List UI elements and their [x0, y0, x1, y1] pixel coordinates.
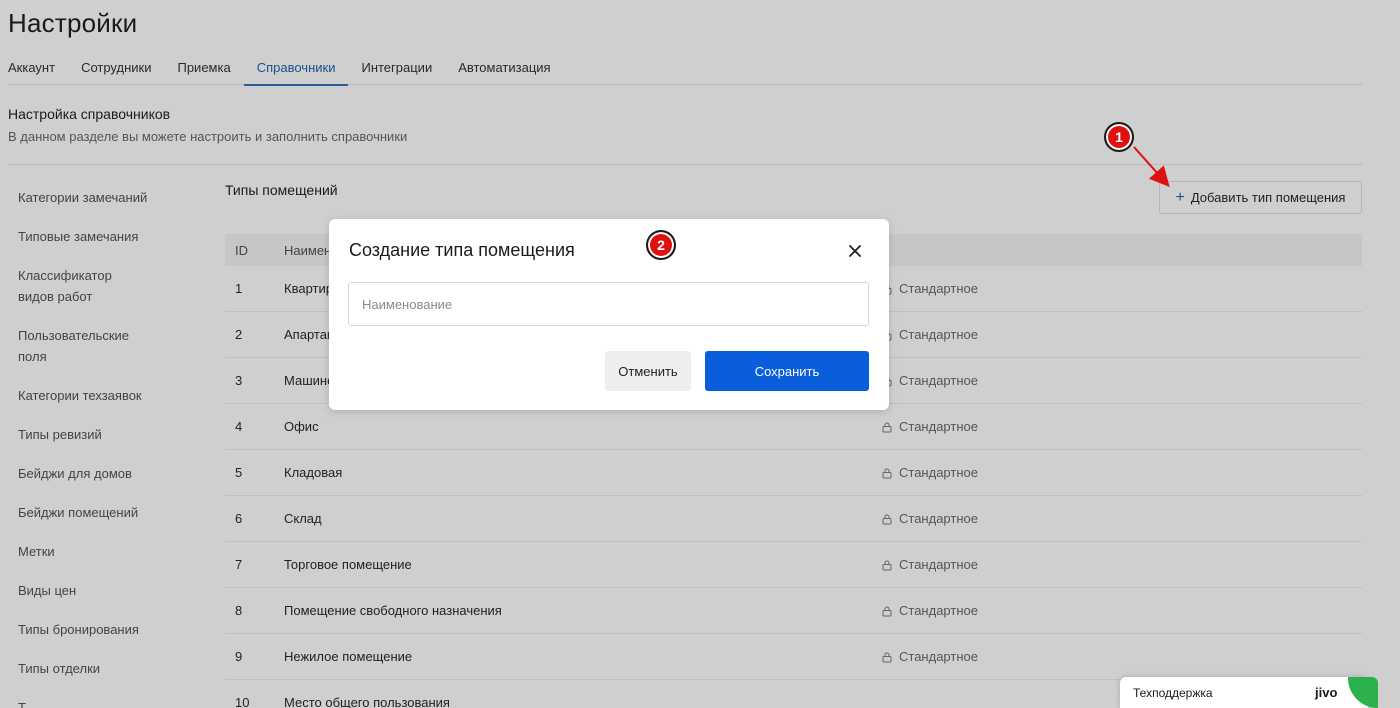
tab-account[interactable]: Аккаунт: [8, 50, 68, 85]
room-type-kind-cell: Стандартное: [881, 511, 978, 526]
table-row[interactable]: 8 Помещение свободного назначения Станда…: [225, 588, 1362, 634]
room-type-kind-cell: Стандартное: [881, 649, 978, 664]
room-type-name: Помещение свободного назначения: [284, 603, 502, 618]
annotation-marker-1: 1: [1104, 122, 1134, 152]
sidebar-item-room-badges[interactable]: Бейджи помещений: [8, 502, 178, 523]
room-type-id: 2: [235, 327, 243, 342]
room-type-name: Склад: [284, 511, 322, 526]
room-type-kind-cell: Стандартное: [881, 373, 978, 388]
room-type-kind-cell: Стандартное: [881, 327, 978, 342]
room-type-kind: Стандартное: [899, 419, 978, 434]
room-type-kind: Стандартное: [899, 465, 978, 480]
annotation-marker-2: 2: [646, 230, 676, 260]
sidebar-item-price-types[interactable]: Виды цен: [8, 580, 178, 601]
section-title: Настройка справочников: [8, 106, 171, 122]
room-type-kind: Стандартное: [899, 373, 978, 388]
room-type-name: Кладовая: [284, 465, 343, 480]
lock-icon: [881, 421, 893, 433]
arrow-to-add-button: [1133, 146, 1170, 187]
section-description: В данном разделе вы можете настроить и з…: [8, 129, 408, 144]
room-type-id: 8: [235, 603, 243, 618]
tab-employees[interactable]: Сотрудники: [68, 50, 164, 85]
lock-icon: [881, 651, 893, 663]
support-label: Техподдержка: [1133, 685, 1213, 700]
room-type-kind: Стандартное: [899, 327, 978, 342]
room-type-id: 4: [235, 419, 243, 434]
sidebar-item-custom-fields[interactable]: Пользовательские поля: [8, 325, 148, 367]
sidebar-item-booking-types[interactable]: Типы бронирования: [8, 619, 178, 640]
table-row[interactable]: 7 Торговое помещение Стандартное: [225, 542, 1362, 588]
room-type-kind: Стандартное: [899, 511, 978, 526]
settings-page: Настройки Аккаунт Сотрудники Приемка Спр…: [0, 0, 1400, 708]
room-type-name-input[interactable]: [348, 282, 869, 326]
table-row[interactable]: 9 Нежилое помещение Стандартное: [225, 634, 1362, 680]
tab-acceptance[interactable]: Приемка: [164, 50, 243, 85]
add-room-type-label: Добавить тип помещения: [1190, 190, 1346, 205]
modal-title: Создание типа помещения: [349, 240, 575, 260]
table-row[interactable]: 6 Склад Стандартное: [225, 496, 1362, 542]
directories-sidebar: Категории замечаний Типовые замечания Кл…: [8, 178, 178, 708]
room-type-kind-cell: Стандартное: [881, 465, 978, 480]
room-type-name: Торговое помещение: [284, 557, 412, 572]
table-row[interactable]: 4 Офис Стандартное: [225, 404, 1362, 450]
sidebar-item-tags[interactable]: Метки: [8, 541, 178, 562]
sidebar-item-request-categories[interactable]: Категории техзаявок: [8, 385, 178, 406]
save-button[interactable]: Сохранить: [705, 351, 869, 391]
lock-icon: [881, 513, 893, 525]
close-icon[interactable]: [845, 241, 865, 261]
room-type-id: 5: [235, 465, 243, 480]
room-type-kind: Стандартное: [899, 281, 978, 296]
room-type-id: 7: [235, 557, 243, 572]
jivo-logo: jivo: [1315, 685, 1338, 700]
lock-icon: [881, 559, 893, 571]
tab-directories[interactable]: Справочники: [243, 50, 349, 86]
sidebar-item-house-badges[interactable]: Бейджи для домов: [8, 463, 178, 484]
room-type-name: Нежилое помещение: [284, 649, 413, 664]
room-type-kind-cell: Стандартное: [881, 419, 978, 434]
room-type-name: Офис: [284, 419, 319, 434]
room-type-name: Место общего пользования: [284, 695, 450, 708]
room-type-id: 1: [235, 281, 243, 296]
room-type-id: 9: [235, 649, 243, 664]
sidebar-item-typical-remarks[interactable]: Типовые замечания: [8, 226, 178, 247]
room-type-kind: Стандартное: [899, 557, 978, 572]
plus-icon: +: [1175, 188, 1185, 206]
page-title: Настройки: [8, 8, 138, 38]
room-type-kind-cell: Стандартное: [881, 557, 978, 572]
room-type-kind: Стандартное: [899, 649, 978, 664]
sidebar-item-remark-categories[interactable]: Категории замечаний: [8, 187, 178, 208]
create-room-type-modal: Создание типа помещения Отменить Сохрани…: [329, 219, 889, 410]
sidebar-item-more[interactable]: Т...: [8, 697, 178, 708]
cancel-button[interactable]: Отменить: [605, 351, 691, 391]
sidebar-item-finish-types[interactable]: Типы отделки: [8, 658, 178, 679]
support-widget[interactable]: Техподдержка jivo: [1120, 677, 1378, 708]
jivo-status-icon: [1348, 677, 1378, 708]
table-row[interactable]: 5 Кладовая Стандартное: [225, 450, 1362, 496]
lock-icon: [881, 605, 893, 617]
room-type-id: 6: [235, 511, 243, 526]
room-type-id: 10: [235, 695, 250, 708]
add-room-type-button[interactable]: + Добавить тип помещения: [1159, 181, 1362, 214]
lock-icon: [881, 467, 893, 479]
sidebar-item-work-classifier[interactable]: Классификатор видов работ: [8, 265, 158, 307]
tab-automation[interactable]: Автоматизация: [445, 50, 563, 85]
room-type-kind: Стандартное: [899, 603, 978, 618]
room-type-id: 3: [235, 373, 243, 388]
room-type-kind-cell: Стандартное: [881, 281, 978, 296]
column-header-id: ID: [235, 242, 248, 258]
content-title: Типы помещений: [225, 182, 338, 198]
settings-tabs: Аккаунт Сотрудники Приемка Справочники И…: [8, 50, 1362, 86]
tab-integrations[interactable]: Интеграции: [348, 50, 445, 85]
sidebar-item-revision-types[interactable]: Типы ревизий: [8, 424, 178, 445]
room-type-kind-cell: Стандартное: [881, 603, 978, 618]
section-divider: [8, 164, 1362, 165]
